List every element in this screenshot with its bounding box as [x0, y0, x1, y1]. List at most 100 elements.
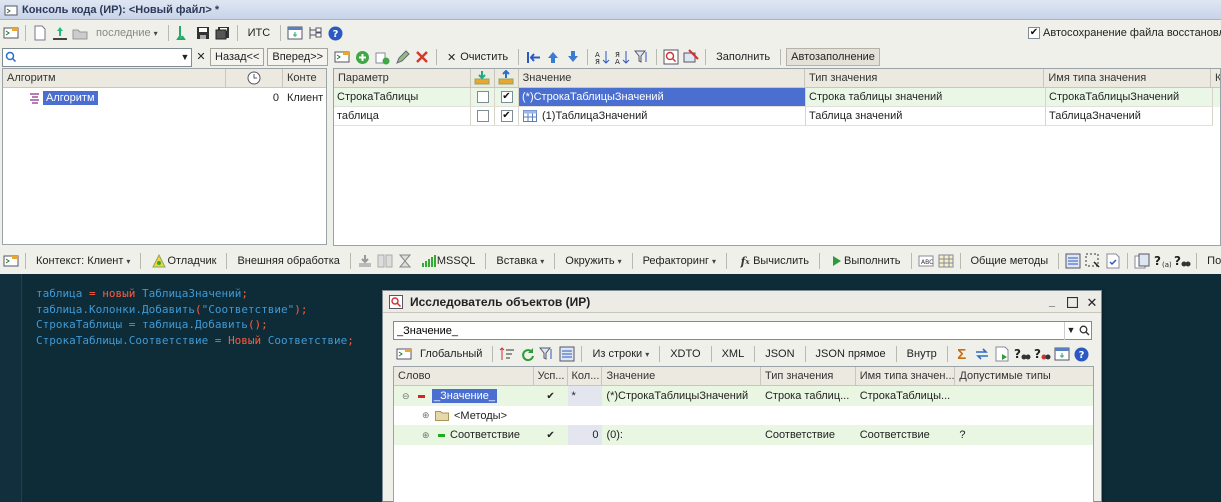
- search-box[interactable]: ▼: [2, 47, 192, 67]
- header-type-name[interactable]: Имя типа значен...: [855, 367, 956, 386]
- sort-desc-icon[interactable]: ЯA: [613, 48, 631, 66]
- debugger-button[interactable]: Отладчик: [146, 252, 221, 270]
- console-icon[interactable]: [333, 48, 351, 66]
- param-out-checkbox[interactable]: ✔: [500, 110, 513, 122]
- hint-button[interactable]: Подсказка: [1202, 252, 1221, 270]
- header-param[interactable]: Параметр: [334, 69, 471, 88]
- minimize-icon[interactable]: _: [1043, 293, 1061, 311]
- header-count[interactable]: Кол...: [567, 367, 603, 386]
- refresh-icon[interactable]: [518, 345, 536, 363]
- header-type-name[interactable]: Имя типа значения: [1044, 69, 1212, 88]
- copy-doc-icon[interactable]: [1133, 252, 1151, 270]
- insert-window-icon[interactable]: [286, 24, 304, 42]
- header-allowed-types[interactable]: Допустимые типы: [955, 367, 1093, 386]
- header-out[interactable]: [494, 69, 519, 88]
- param-name[interactable]: СтрокаТаблицы: [334, 88, 471, 107]
- code-line[interactable]: таблица.Колонки.Добавить("Соответствие")…: [36, 302, 354, 318]
- autofill-button[interactable]: Автозаполнение: [786, 48, 880, 66]
- text-format-icon[interactable]: ABC: [917, 252, 935, 270]
- insert-window-icon[interactable]: [1053, 345, 1071, 363]
- expand-icon[interactable]: ⊕: [422, 430, 434, 441]
- json-direct-button[interactable]: JSON прямое: [811, 345, 891, 363]
- explorer-input[interactable]: [394, 322, 1064, 339]
- copy-icon[interactable]: [373, 48, 391, 66]
- word-cell[interactable]: ⊕ Соответствие: [394, 429, 534, 441]
- code-line[interactable]: СтрокаТаблицы.Соответствие = Новый Соотв…: [36, 333, 354, 349]
- param-value-cell[interactable]: (1)ТаблицаЗначений: [519, 107, 806, 126]
- search-input[interactable]: [19, 49, 179, 65]
- context-dropdown[interactable]: Контекст: Клиент: [31, 252, 135, 270]
- param-name[interactable]: таблица: [334, 107, 471, 126]
- param-in-cell[interactable]: [471, 107, 495, 126]
- insert-dropdown[interactable]: Вставка: [491, 252, 549, 270]
- autosave-option[interactable]: ✔ Автосохранение файла восстановл: [1028, 25, 1221, 41]
- table-row[interactable]: таблица ✔ (1)ТаблицаЗначений Таблица зна…: [334, 107, 1220, 126]
- tree-icon[interactable]: [306, 24, 324, 42]
- code-line[interactable]: СтрокаТаблицы = таблица.Добавить();: [36, 317, 354, 333]
- value-cell[interactable]: (*)СтрокаТаблицыЗначений: [602, 390, 761, 402]
- algo-header-clock[interactable]: [226, 69, 283, 88]
- header-in[interactable]: [470, 69, 495, 88]
- table-row[interactable]: ⊖ _Значение_ ✔ * (*)СтрокаТаблицыЗначени…: [394, 386, 1093, 406]
- header-value[interactable]: Значение: [602, 367, 761, 386]
- edit-icon[interactable]: [393, 48, 411, 66]
- param-out-cell[interactable]: ✔: [495, 88, 519, 107]
- external-processing-button[interactable]: Внешняя обработка: [232, 252, 344, 270]
- mssql-button[interactable]: MSSQL: [416, 252, 481, 270]
- header-value[interactable]: Значение: [518, 69, 805, 88]
- sync-icon[interactable]: [973, 345, 991, 363]
- move-left-icon[interactable]: [524, 48, 542, 66]
- expand-icon[interactable]: ⊕: [422, 410, 434, 421]
- add-icon[interactable]: [353, 48, 371, 66]
- maximize-icon[interactable]: [1063, 293, 1081, 311]
- save-as-icon[interactable]: [214, 24, 232, 42]
- algo-header-context[interactable]: Конте: [283, 69, 326, 88]
- close-icon[interactable]: ✕: [1083, 293, 1101, 311]
- param-out-cell[interactable]: ✔: [495, 107, 519, 126]
- query-help-icon[interactable]: ? (a): [1153, 252, 1171, 270]
- run-doc-icon[interactable]: [993, 345, 1011, 363]
- forward-button[interactable]: Вперед>>: [267, 48, 329, 66]
- refactoring-dropdown[interactable]: Рефакторинг: [638, 252, 721, 270]
- table-row[interactable]: СтрокаТаблицы ✔ (*)СтрокаТаблицыЗначений…: [334, 88, 1220, 107]
- word-cell[interactable]: ⊖ _Значение_: [394, 389, 534, 403]
- code-line[interactable]: таблица = новый ТаблицаЗначений;: [36, 286, 354, 302]
- value-cell[interactable]: (0):: [602, 429, 761, 441]
- hourglass-icon[interactable]: [396, 252, 414, 270]
- header-type[interactable]: Тип значения: [804, 69, 1045, 88]
- run-icon[interactable]: [174, 24, 192, 42]
- select-region-icon[interactable]: [1084, 252, 1102, 270]
- sort-asc-icon[interactable]: AЯ: [593, 48, 611, 66]
- word-cell[interactable]: ⊕ <Методы>: [394, 407, 534, 425]
- common-methods-button[interactable]: Общие методы: [966, 252, 1054, 270]
- fill-button[interactable]: Заполнить: [711, 48, 775, 66]
- binoculars-help-icon[interactable]: ?: [1173, 252, 1191, 270]
- console-icon[interactable]: [2, 252, 20, 270]
- new-file-icon[interactable]: [31, 24, 49, 42]
- json-button[interactable]: JSON: [760, 345, 799, 363]
- move-up-icon[interactable]: [544, 48, 562, 66]
- console-icon[interactable]: [2, 24, 20, 42]
- find-icon[interactable]: [662, 48, 680, 66]
- filter-icon[interactable]: [633, 48, 651, 66]
- header-extra[interactable]: К: [1211, 69, 1220, 88]
- table-row[interactable]: Алгоритм 0 Клиент: [3, 88, 326, 108]
- code-lines[interactable]: таблица = новый ТаблицаЗначений; таблица.…: [36, 286, 354, 348]
- param-type-name[interactable]: СтрокаТаблицыЗначений: [1046, 88, 1213, 107]
- param-type-name[interactable]: ТаблицаЗначений: [1046, 107, 1213, 126]
- sort-icon[interactable]: [498, 345, 516, 363]
- replace-icon[interactable]: [682, 48, 700, 66]
- help-icon[interactable]: ?: [326, 24, 344, 42]
- recent-dropdown[interactable]: последние: [91, 24, 163, 42]
- help-icon[interactable]: ?: [1073, 345, 1091, 363]
- grid-icon[interactable]: [937, 252, 955, 270]
- inside-button[interactable]: Внутр: [902, 345, 942, 363]
- query-help-icon[interactable]: ?: [1013, 345, 1031, 363]
- structure-icon[interactable]: [558, 345, 576, 363]
- binoculars-help-icon[interactable]: ?: [1033, 345, 1051, 363]
- param-in-cell[interactable]: [471, 88, 495, 107]
- global-button[interactable]: Глобальный: [415, 345, 487, 363]
- close-icon[interactable]: ✕: [194, 48, 208, 66]
- open-file-icon[interactable]: [51, 24, 69, 42]
- sum-icon[interactable]: Σ: [953, 345, 971, 363]
